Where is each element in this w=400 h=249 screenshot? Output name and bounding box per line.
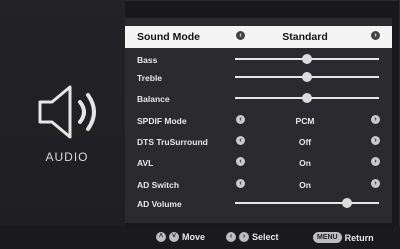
menu-item-label: Treble (137, 73, 163, 83)
menu-item-ad-switch[interactable]: AD Switch ‹ On › (125, 174, 392, 195)
menu-item-label: Sound Mode (137, 31, 200, 43)
menu-item-label: SPDIF Mode (137, 116, 187, 126)
menu-item-ad-volume[interactable]: AD Volume (125, 193, 392, 214)
menu-item-sound-mode[interactable]: Sound Mode ‹ Standard › (125, 26, 392, 48)
menu-key-icon: MENU (313, 232, 342, 243)
menu-item-label: AD Switch (137, 180, 180, 190)
menu-item-value: On (299, 158, 311, 168)
menu-item-label: Balance (137, 94, 170, 104)
arrow-left-icon[interactable]: ‹ (236, 157, 245, 166)
menu-item-treble[interactable]: Treble (125, 67, 392, 88)
arrow-left-icon[interactable]: ‹ (236, 136, 245, 145)
menu-item-value: On (299, 180, 311, 190)
arrow-left-icon[interactable]: ‹ (236, 115, 245, 124)
balance-slider[interactable] (235, 93, 379, 103)
arrow-left-icon[interactable]: ‹ (236, 31, 245, 40)
slider-knob[interactable] (342, 198, 353, 208)
arrow-right-icon[interactable]: › (371, 157, 380, 166)
arrow-right-icon[interactable]: › (371, 136, 380, 145)
speaker-icon (38, 85, 96, 139)
hint-move-label: Move (182, 232, 206, 242)
menu-item-label: DTS TruSurround (137, 137, 208, 147)
up-arrow-icon: ˄ (156, 232, 166, 242)
category-panel: AUDIO (0, 0, 125, 226)
menu-item-balance[interactable]: Balance (125, 88, 392, 109)
slider-knob[interactable] (302, 93, 312, 103)
menu-item-label: AD Volume (137, 199, 182, 209)
left-arrow-icon: ‹ (226, 232, 236, 242)
menu-item-label: Bass (137, 55, 158, 65)
slider-knob[interactable] (302, 72, 312, 82)
arrow-left-icon[interactable]: ‹ (236, 179, 245, 188)
menu-item-avl[interactable]: AVL ‹ On › (125, 152, 392, 173)
slider-knob[interactable] (302, 54, 312, 64)
menu-item-value: Off (298, 137, 312, 147)
arrow-right-icon[interactable]: › (371, 115, 380, 124)
menu-item-label: AVL (137, 158, 154, 168)
category-label: AUDIO (45, 150, 89, 164)
menu-item-dts-trusurround[interactable]: DTS TruSurround ‹ Off › (125, 131, 392, 152)
bass-slider[interactable] (235, 54, 379, 64)
arrow-right-icon[interactable]: › (371, 179, 380, 188)
menu-item-value: PCM (295, 116, 315, 126)
hint-return-label: Return (344, 232, 374, 243)
down-arrow-icon: ˅ (169, 232, 179, 242)
treble-slider[interactable] (235, 72, 379, 82)
hint-select-label: Select (252, 232, 279, 242)
hint-select: ‹ › Select (226, 232, 279, 242)
right-arrow-icon: › (239, 232, 249, 242)
menu-item-value: Standard (282, 31, 328, 43)
hint-return: MENU Return (313, 232, 374, 243)
hint-move: ˄ ˅ Move (156, 232, 205, 242)
footer-hints: ˄ ˅ Move ‹ › Select MENU Return (0, 226, 400, 249)
menu-item-spdif-mode[interactable]: SPDIF Mode ‹ PCM › (125, 110, 392, 131)
arrow-right-icon[interactable]: › (371, 31, 380, 40)
ad-volume-slider[interactable] (235, 198, 379, 208)
